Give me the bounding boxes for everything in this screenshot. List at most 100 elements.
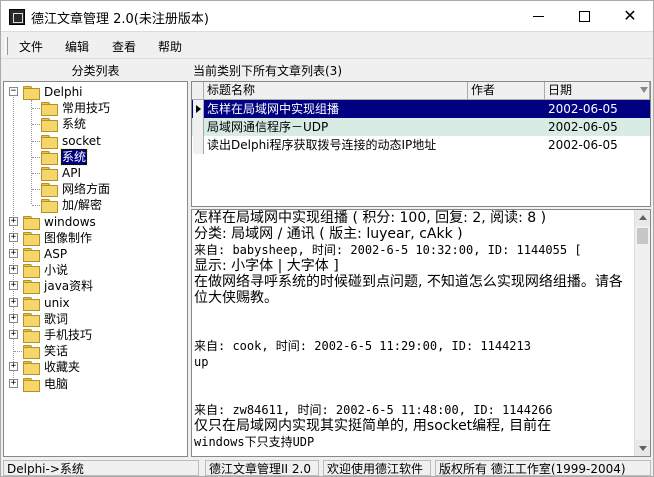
scroll-down-icon <box>639 446 647 451</box>
status-path: Delphi->系统 <box>3 460 199 476</box>
tree-line <box>14 351 22 353</box>
tree-node[interactable]: 笑话 <box>4 343 187 360</box>
tree-node[interactable]: + 手机技巧 <box>4 327 187 343</box>
tree-line <box>32 156 40 158</box>
tree-node-label: 系统 <box>59 147 89 166</box>
tree-node[interactable]: 系统 <box>4 147 187 166</box>
column-title[interactable]: 标题名称 <box>204 82 468 100</box>
tree-node-label: API <box>62 166 81 180</box>
tree-node-label: 歌词 <box>44 311 69 326</box>
article-list-header: 当前类别下所有文章列表(3) <box>193 64 342 78</box>
app-icon[interactable] <box>9 9 25 25</box>
tree-node-label: unix <box>44 295 70 310</box>
collapse-icon[interactable]: − <box>9 87 18 96</box>
folder-icon <box>23 312 40 327</box>
tree-node[interactable]: + java资料 <box>4 278 187 295</box>
tree-node[interactable]: + ASP <box>4 246 187 262</box>
article-row[interactable]: 局域网通信程序－UDP 2002-06-05 <box>192 118 650 136</box>
tree-node[interactable]: + 图像制作 <box>4 230 187 246</box>
column-date[interactable]: 日期 <box>545 82 650 100</box>
tree-node[interactable]: − Delphi <box>4 84 187 100</box>
article-row[interactable]: 怎样在局域网中实现组播 2002-06-05 <box>192 100 650 118</box>
folder-icon <box>41 102 58 117</box>
scroll-thumb[interactable] <box>637 228 648 244</box>
tree-node-label: Delphi <box>44 85 83 99</box>
vertical-scrollbar[interactable] <box>634 210 650 456</box>
close-button[interactable]: ✕ <box>607 1 653 31</box>
tree-node-label: java资料 <box>44 279 94 294</box>
row-indicator <box>193 136 204 154</box>
category-list-header: 分类列表 <box>71 64 120 78</box>
tree-node[interactable]: + 小说 <box>4 262 187 279</box>
tree-line <box>32 189 40 191</box>
article-content[interactable]: 怎样在局域网中实现组播 ( 积分: 100, 回复: 2, 阅读: 8 ) 分类… <box>191 209 651 457</box>
expand-icon[interactable]: + <box>9 378 18 388</box>
title-bar: 德江文章管理 2.0(未注册版本) ✕ <box>1 1 653 31</box>
status-app: 德江文章管理II 2.0 <box>205 460 319 476</box>
tree-node[interactable]: 常用技巧 <box>4 100 187 117</box>
expand-icon[interactable]: + <box>9 313 18 323</box>
row-indicator <box>193 100 204 118</box>
folder-icon <box>23 248 40 262</box>
folder-icon <box>23 377 40 392</box>
menu-file[interactable]: 文件 <box>19 38 43 55</box>
folder-icon <box>23 86 40 100</box>
folder-icon <box>41 150 58 165</box>
column-author[interactable]: 作者 <box>468 82 545 100</box>
menu-view[interactable]: 查看 <box>112 38 136 55</box>
expand-icon[interactable]: + <box>9 297 18 307</box>
article-text: 怎样在局域网中实现组播 ( 积分: 100, 回复: 2, 阅读: 8 ) 分类… <box>194 210 634 450</box>
tree-node[interactable]: + unix <box>4 295 187 311</box>
tree-node[interactable]: API <box>4 165 187 181</box>
scroll-up-button[interactable] <box>635 210 650 226</box>
category-tree[interactable]: − Delphi 常用技巧 系统 socket 系统 API 网络方面 加/解密 + windows… <box>3 81 188 457</box>
folder-icon <box>23 264 40 279</box>
folder-icon <box>23 280 40 295</box>
status-welcome: 欢迎使用德江软件 <box>323 460 431 476</box>
expand-icon[interactable]: + <box>9 330 18 339</box>
folder-icon <box>23 231 40 246</box>
article-title-cell: 局域网通信程序－UDP <box>207 120 329 134</box>
tree-node-label: 手机技巧 <box>44 328 93 342</box>
tree-node[interactable]: 加/解密 <box>4 197 187 214</box>
tree-node[interactable]: + windows <box>4 214 187 230</box>
tree-node[interactable]: + 收藏夹 <box>4 359 187 376</box>
minimize-button[interactable] <box>515 1 561 31</box>
menu-help[interactable]: 帮助 <box>158 38 182 55</box>
menu-edit[interactable]: 编辑 <box>65 38 89 55</box>
folder-icon <box>23 215 40 230</box>
folder-icon <box>23 345 40 360</box>
tree-node[interactable]: socket <box>4 133 187 149</box>
expand-icon[interactable]: + <box>9 281 18 291</box>
tree-node-label: ASP <box>44 247 68 261</box>
scroll-down-button[interactable] <box>635 440 650 456</box>
tree-node[interactable]: + 歌词 <box>4 311 187 327</box>
tree-node-label: 小说 <box>44 263 69 278</box>
article-date-cell: 2002-06-05 <box>548 120 618 134</box>
article-from-line-1: 来自: babysheep, 时间: 2002-6-5 10:32:00, ID… <box>194 243 582 257</box>
expand-icon[interactable]: + <box>9 362 18 372</box>
expand-icon[interactable]: + <box>9 249 18 258</box>
article-row[interactable]: 读出Delphi程序获取拨号连接的动态IP地址 2002-06-05 <box>192 136 650 154</box>
menu-grip[interactable] <box>5 37 8 55</box>
tree-node[interactable]: + 电脑 <box>4 376 187 392</box>
expand-icon[interactable]: + <box>9 232 18 242</box>
article-display-line[interactable]: 显示: 小字体 | 大字体 ] <box>194 258 634 274</box>
expand-icon[interactable]: + <box>9 265 18 275</box>
folder-icon <box>41 167 58 181</box>
article-date-cell: 2002-06-05 <box>548 102 618 116</box>
article-body-1: 在做网络寻呼系统的时候碰到点问题, 不知道怎么实现网络组播。请各位大侠赐教。 <box>194 274 623 306</box>
article-from-line-3: 来自: zw84611, 时间: 2002-6-5 11:48:00, ID: … <box>194 403 553 417</box>
expand-icon[interactable]: + <box>9 216 18 226</box>
tree-node[interactable]: 网络方面 <box>4 181 187 198</box>
tree-node-label: 收藏夹 <box>44 360 81 375</box>
tree-node-label: 网络方面 <box>62 182 111 197</box>
article-list[interactable]: 标题名称 作者 日期 怎样在局域网中实现组播 2002-06-05 局域网通信程序－… <box>191 81 651 207</box>
maximize-button[interactable] <box>561 1 607 31</box>
tree-line <box>32 205 40 207</box>
menu-bar: 文件 编辑 查看 帮助 <box>1 31 653 59</box>
tree-node[interactable]: 系统 <box>4 116 187 133</box>
tree-node-label: 系统 <box>62 117 87 132</box>
close-icon: ✕ <box>623 6 637 25</box>
sort-arrow-icon <box>640 87 648 93</box>
